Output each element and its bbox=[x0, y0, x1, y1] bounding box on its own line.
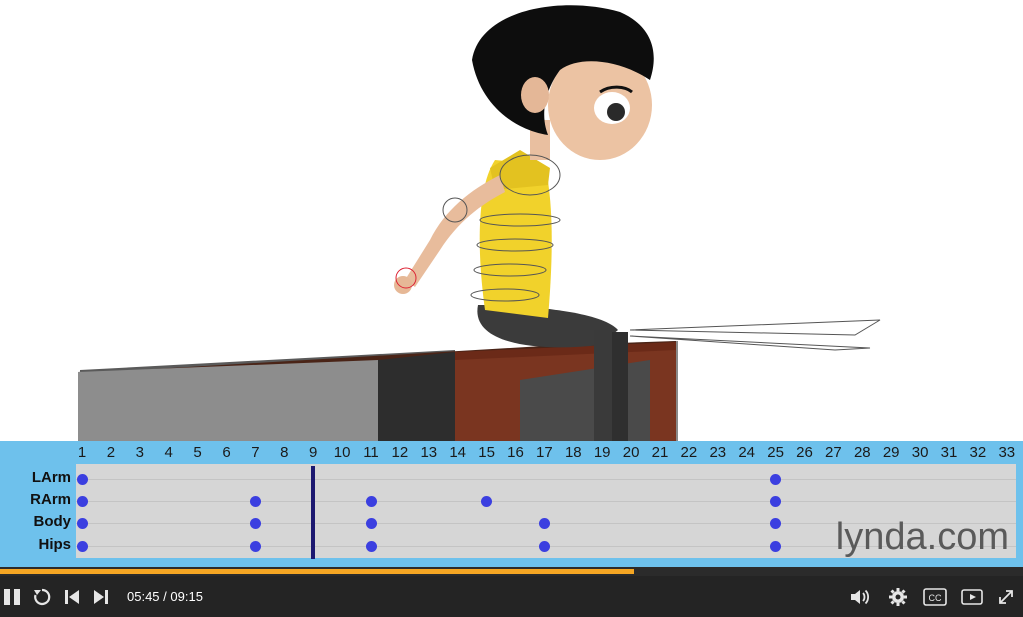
keyframe-marker[interactable] bbox=[76, 473, 88, 485]
keyframe-marker[interactable] bbox=[365, 540, 377, 552]
keyframe-marker[interactable] bbox=[481, 495, 493, 507]
lynda-watermark: lynda.com bbox=[835, 516, 1009, 558]
keyframe-marker[interactable] bbox=[770, 540, 782, 552]
next-icon[interactable] bbox=[88, 584, 114, 610]
frame-number[interactable]: 24 bbox=[733, 444, 761, 461]
frame-number[interactable]: 1 bbox=[68, 444, 96, 461]
keyframe-marker[interactable] bbox=[76, 540, 88, 552]
svg-text:CC: CC bbox=[929, 593, 942, 603]
frame-number[interactable]: 10 bbox=[328, 444, 356, 461]
previous-icon[interactable] bbox=[59, 584, 85, 610]
frame-number[interactable]: 18 bbox=[559, 444, 587, 461]
keyframe-marker[interactable] bbox=[538, 540, 550, 552]
frame-number[interactable]: 28 bbox=[848, 444, 876, 461]
frame-number[interactable]: 11 bbox=[357, 444, 385, 461]
keyframe-marker[interactable] bbox=[249, 517, 261, 529]
closed-captions-icon[interactable]: CC bbox=[922, 584, 948, 610]
frame-number[interactable]: 32 bbox=[964, 444, 992, 461]
frame-number[interactable]: 7 bbox=[241, 444, 269, 461]
track-label[interactable]: Hips bbox=[0, 536, 71, 553]
frame-number[interactable]: 4 bbox=[155, 444, 183, 461]
frame-number[interactable]: 27 bbox=[819, 444, 847, 461]
keyframe-marker[interactable] bbox=[770, 473, 782, 485]
frame-number[interactable]: 14 bbox=[444, 444, 472, 461]
replay-icon[interactable] bbox=[29, 584, 55, 610]
frame-number[interactable]: 16 bbox=[502, 444, 530, 461]
volume-icon[interactable] bbox=[847, 584, 873, 610]
keyframe-marker[interactable] bbox=[76, 495, 88, 507]
animation-viewport bbox=[0, 0, 1023, 441]
settings-icon[interactable] bbox=[885, 584, 911, 610]
player-controls: 05:45 / 09:15 CC bbox=[0, 576, 1023, 617]
keyframe-marker[interactable] bbox=[249, 495, 261, 507]
pause-icon[interactable] bbox=[0, 584, 26, 610]
frame-number[interactable]: 15 bbox=[473, 444, 501, 461]
track-label[interactable]: Body bbox=[0, 513, 72, 530]
picture-in-picture-icon[interactable] bbox=[960, 584, 986, 610]
current-frame-cursor[interactable] bbox=[311, 466, 316, 559]
frame-number[interactable]: 19 bbox=[588, 444, 616, 461]
frame-number[interactable]: 29 bbox=[877, 444, 905, 461]
frame-number[interactable]: 33 bbox=[993, 444, 1021, 461]
track-row-line bbox=[76, 501, 1016, 502]
frame-number[interactable]: 22 bbox=[675, 444, 703, 461]
keyframe-marker[interactable] bbox=[770, 495, 782, 507]
keyframe-marker[interactable] bbox=[770, 517, 782, 529]
frame-number[interactable]: 20 bbox=[617, 444, 645, 461]
frame-number[interactable]: 30 bbox=[906, 444, 934, 461]
track-label[interactable]: LArm bbox=[0, 469, 71, 486]
keyframe-marker[interactable] bbox=[538, 517, 550, 529]
current-time: 05:45 bbox=[127, 589, 160, 604]
character-scene-illustration bbox=[78, 5, 881, 441]
frame-number[interactable]: 25 bbox=[762, 444, 790, 461]
track-label[interactable]: RArm bbox=[0, 491, 71, 508]
frame-number[interactable]: 9 bbox=[299, 444, 327, 461]
fullscreen-icon[interactable] bbox=[993, 584, 1019, 610]
time-display: 05:45 / 09:15 bbox=[127, 589, 203, 604]
video-progress-fill bbox=[0, 569, 634, 574]
frame-number[interactable]: 17 bbox=[530, 444, 558, 461]
frame-number[interactable]: 13 bbox=[415, 444, 443, 461]
frame-number[interactable]: 3 bbox=[126, 444, 154, 461]
keyframe-marker[interactable] bbox=[249, 540, 261, 552]
frame-number[interactable]: 21 bbox=[646, 444, 674, 461]
frame-number[interactable]: 31 bbox=[935, 444, 963, 461]
frame-number[interactable]: 6 bbox=[213, 444, 241, 461]
frame-number[interactable]: 2 bbox=[97, 444, 125, 461]
keyframe-marker[interactable] bbox=[365, 495, 377, 507]
keyframe-marker[interactable] bbox=[365, 517, 377, 529]
frame-number[interactable]: 26 bbox=[791, 444, 819, 461]
frame-number[interactable]: 12 bbox=[386, 444, 414, 461]
frame-number[interactable]: 5 bbox=[184, 444, 212, 461]
keyframe-marker[interactable] bbox=[76, 517, 88, 529]
frame-number[interactable]: 23 bbox=[704, 444, 732, 461]
time-separator: / bbox=[163, 589, 167, 604]
duration: 09:15 bbox=[170, 589, 203, 604]
frame-number[interactable]: 8 bbox=[270, 444, 298, 461]
track-row-line bbox=[76, 479, 1016, 480]
